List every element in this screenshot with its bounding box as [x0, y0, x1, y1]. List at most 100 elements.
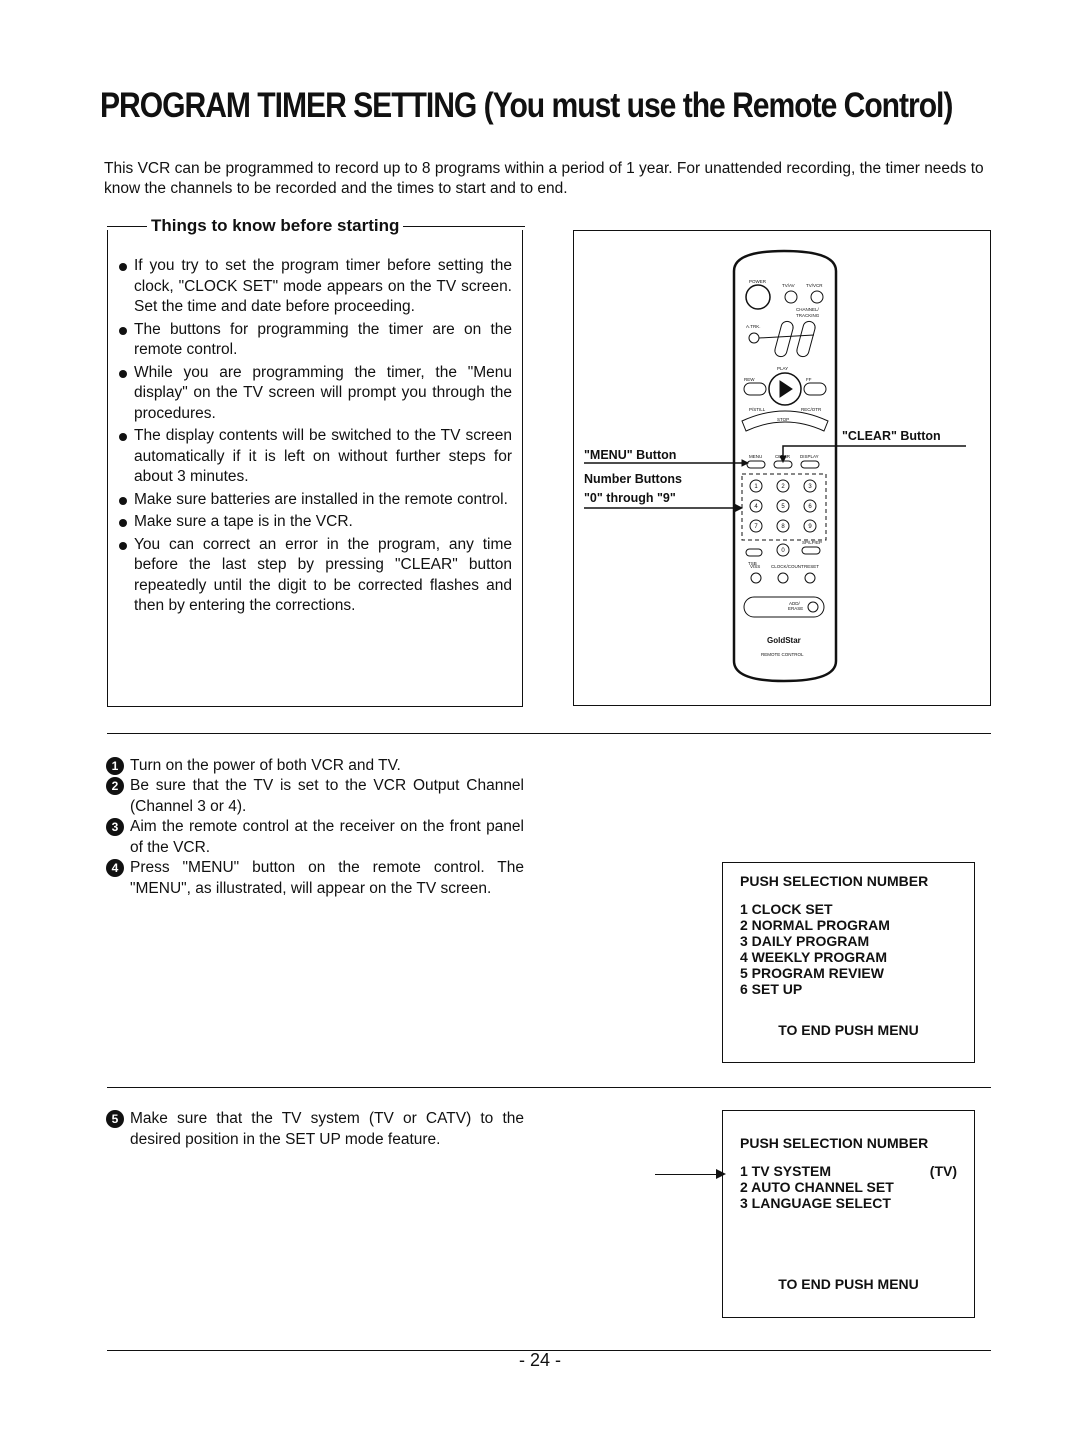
digit-label: 5 — [781, 504, 785, 510]
add-erase-bar — [743, 596, 825, 618]
label-ff: FF — [806, 377, 812, 382]
menu-button — [746, 460, 766, 469]
label-sp: SP/LP/EP — [802, 540, 822, 545]
clock-button — [777, 572, 789, 584]
label-rec: REC/OTR — [801, 407, 822, 412]
menu-item: 3 LANGUAGE SELECT — [740, 1195, 891, 1211]
fast-forward-button — [803, 382, 827, 396]
label-tvvcr: TV/VCR — [806, 283, 823, 288]
label-pstill: P/STILL — [749, 407, 766, 412]
step-number: 2 — [106, 777, 124, 795]
digit-label: 3 — [808, 484, 812, 490]
numbers-callout-line1: Number Buttons — [584, 472, 682, 486]
sp-button — [801, 546, 821, 555]
menu-screen-main: PUSH SELECTION NUMBER 1 CLOCK SET 2 NORM… — [722, 862, 975, 1063]
step-5: 5 Make sure that the TV system (TV or CAT… — [104, 1109, 524, 1150]
list-item: If you try to set the program timer befo… — [118, 256, 512, 318]
page-title: PROGRAM TIMER SETTING (You must use the … — [100, 86, 953, 125]
menu-item: 1 CLOCK SET — [740, 901, 833, 917]
label-play: PLAY — [777, 366, 788, 371]
label-menu: MENU — [749, 454, 762, 459]
numbers-callout-line2: "0" through "9" — [584, 491, 676, 505]
page-number: - 24 - — [518, 1350, 561, 1370]
remote-control-illustration: POWER TV/AV TV/VCR CHANNEL/ TRACKING A.T… — [584, 249, 966, 683]
power-button — [745, 284, 771, 310]
step-number: 5 — [106, 1110, 124, 1128]
digit-label: 7 — [754, 524, 758, 530]
divider — [107, 733, 991, 734]
digit-label: 4 — [754, 504, 758, 510]
menu-footer: TO END PUSH MENU — [778, 1276, 919, 1292]
menu-header: PUSH SELECTION NUMBER — [740, 873, 929, 889]
label-rew: REW — [744, 377, 755, 382]
display-button — [800, 460, 820, 469]
menu-item: 2 AUTO CHANNEL SET — [740, 1179, 894, 1195]
label-display: DISPLAY — [800, 454, 819, 459]
channel-up-button — [774, 320, 794, 358]
digit-label: 6 — [808, 504, 812, 510]
menu-item: 2 NORMAL PROGRAM — [740, 917, 890, 933]
manual-page: PROGRAM TIMER SETTING (You must use the … — [0, 0, 1080, 1447]
tvvcr-button — [810, 290, 824, 304]
menu-footer: TO END PUSH MENU — [778, 1022, 919, 1038]
step-text: Make sure that the TV system (TV or CATV… — [130, 1110, 524, 1148]
label-stop: STOP — [777, 417, 789, 422]
menu-item: 4 WEEKLY PROGRAM — [740, 949, 888, 965]
tvav-button — [784, 290, 798, 304]
things-box: If you try to set the program timer befo… — [107, 230, 523, 707]
step-3: 3 Aim the remote control at the receiver … — [104, 817, 524, 858]
step-text: Press "MENU" button on the remote contro… — [130, 859, 524, 897]
list-item: The buttons for programming the timer ar… — [118, 320, 512, 361]
list-item: While you are programming the timer, the… — [118, 363, 512, 425]
clear-callout: "CLEAR" Button — [842, 429, 941, 443]
tsb-button — [745, 548, 763, 557]
reset-button — [804, 572, 816, 584]
step-1: 1 Turn on the power of both VCR and TV. — [104, 756, 524, 777]
menu-callout: "MENU" Button — [584, 448, 676, 462]
remote-illustration-box: POWER TV/AV TV/VCR CHANNEL/ TRACKING A.T… — [573, 230, 991, 706]
digit-label: 2 — [781, 484, 785, 490]
step-text: Turn on the power of both VCR and TV. — [130, 757, 401, 774]
digit-label: 8 — [781, 524, 785, 530]
digit-label: 9 — [808, 524, 812, 530]
divider — [107, 1087, 991, 1088]
atrk-button — [748, 332, 760, 344]
label-reset: RESET — [804, 564, 819, 569]
label-power: POWER — [749, 279, 767, 284]
label-erase: ERASE — [788, 606, 803, 611]
intro-text: This VCR can be programmed to record up … — [104, 160, 984, 197]
channel-down-button — [796, 320, 816, 358]
menu-item-value: (TV) — [929, 1163, 957, 1179]
digit-label: 1 — [754, 484, 758, 490]
list-item: Make sure batteries are installed in the… — [118, 490, 512, 511]
digit-label: 0 — [781, 548, 785, 554]
label-channel: CHANNEL/ — [796, 307, 820, 312]
brand-logo: GoldStar — [767, 636, 801, 645]
label-clock: CLOCK/COUNT — [771, 564, 804, 569]
list-item: Make sure a tape is in the VCR. — [118, 512, 512, 533]
menu-item: 3 DAILY PROGRAM — [740, 933, 870, 949]
menu-item-label: 1 TV SYSTEM — [740, 1163, 832, 1179]
menu-item: 1 TV SYSTEM (TV) — [740, 1163, 974, 1179]
list-item: You can correct an error in the program,… — [118, 535, 512, 617]
menu-header: PUSH SELECTION NUMBER — [740, 1135, 929, 1151]
step-number: 1 — [106, 757, 124, 775]
label-tvav: TV/AV — [782, 283, 795, 288]
step-text: Be sure that the TV is set to the VCR Ou… — [130, 777, 524, 815]
label-vps: VISS — [750, 564, 760, 569]
add-erase-button — [807, 601, 819, 613]
step-text: Aim the remote control at the receiver o… — [130, 818, 524, 856]
step-number: 4 — [106, 859, 124, 877]
vps-button — [750, 572, 762, 584]
step-number: 3 — [106, 818, 124, 836]
arrow-line — [655, 1174, 718, 1175]
label-atrk: A.TRK. — [746, 324, 761, 329]
label-tracking: TRACKING — [796, 313, 820, 318]
step-4: 4 Press "MENU" button on the remote contr… — [104, 858, 524, 899]
label-remote-control: REMOTE CONTROL — [761, 652, 804, 657]
list-item: The display contents will be switched to… — [118, 426, 512, 488]
menu-screen-setup: PUSH SELECTION NUMBER 1 TV SYSTEM (TV) 2 … — [722, 1110, 975, 1318]
menu-item: 5 PROGRAM REVIEW — [740, 965, 884, 981]
rewind-button — [743, 382, 767, 396]
step-2: 2 Be sure that the TV is set to the VCR O… — [104, 776, 524, 817]
